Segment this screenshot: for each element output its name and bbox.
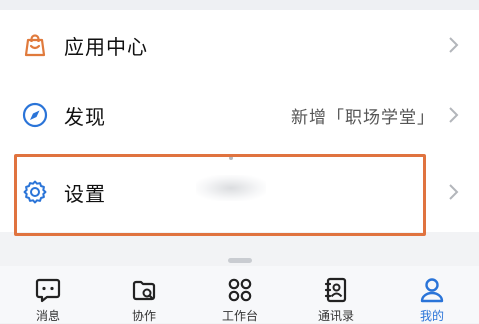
- person-icon: [420, 278, 444, 303]
- grid-icon: [228, 278, 252, 302]
- tab-messages[interactable]: 消息: [8, 266, 88, 323]
- chevron-right-icon: [449, 37, 459, 53]
- contacts-book-icon: [324, 277, 347, 303]
- bottom-tab-bar: 消息 协作 工作台 通讯录 我的: [0, 266, 479, 323]
- menu-item-discover[interactable]: 发现 新增「职场学堂」: [0, 80, 479, 150]
- menu-item-app-center[interactable]: 应用中心: [0, 10, 479, 80]
- chevron-right-icon: [449, 184, 459, 200]
- menu-item-value: 新增「职场学堂」: [291, 107, 435, 128]
- top-strip: [0, 0, 479, 10]
- drag-handle[interactable]: [228, 258, 252, 263]
- menu-item-label: 发现: [64, 104, 106, 129]
- menu-item-label: 应用中心: [64, 34, 148, 59]
- highlight-box: [14, 154, 426, 236]
- folder-link-icon: [132, 280, 156, 301]
- chevron-right-icon: [449, 107, 459, 123]
- tab-label: 我的: [419, 309, 444, 323]
- tab-label: 通讯录: [317, 309, 354, 323]
- chat-bubble-icon: [35, 278, 61, 303]
- tab-label: 工作台: [221, 309, 258, 323]
- tab-workbench[interactable]: 工作台: [200, 266, 280, 323]
- tab-collaboration[interactable]: 协作: [104, 266, 184, 323]
- tab-label: 协作: [131, 309, 156, 323]
- tab-label: 消息: [35, 309, 60, 323]
- tab-me[interactable]: 我的: [392, 266, 472, 323]
- shopping-bag-icon: [20, 30, 50, 60]
- tab-contacts[interactable]: 通讯录: [296, 266, 376, 323]
- compass-icon: [20, 100, 50, 130]
